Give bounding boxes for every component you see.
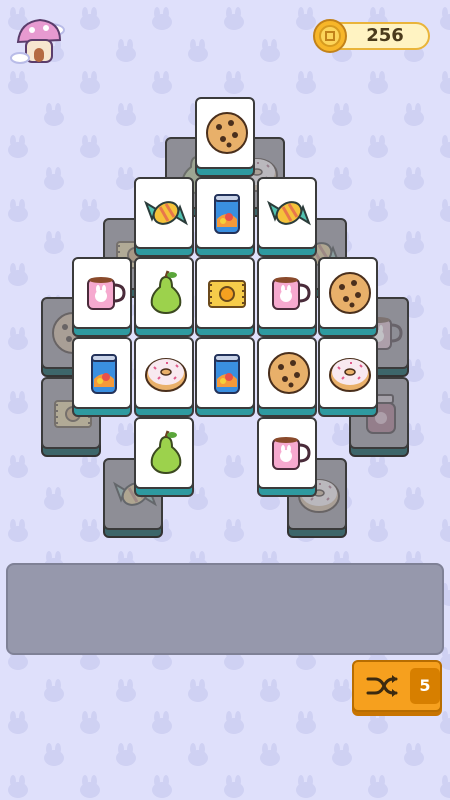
- candy-icon: [144, 200, 188, 226]
- tile-face: [318, 257, 378, 329]
- mug-icon: [272, 277, 311, 310]
- tile-face: [195, 97, 255, 169]
- pear-icon: [150, 430, 182, 475]
- pear-icon: [150, 270, 182, 315]
- tile-mug[interactable]: [257, 257, 317, 339]
- tile-pear[interactable]: [134, 417, 194, 499]
- candy-icon: [267, 200, 311, 226]
- tile-face: [195, 337, 255, 409]
- tile-face: [134, 337, 194, 409]
- tile-cracker[interactable]: [195, 257, 255, 339]
- soda-can-icon: [214, 354, 240, 394]
- donut-icon: [329, 358, 371, 392]
- tile-face: [195, 257, 255, 329]
- shuffle-icon: [366, 675, 398, 697]
- mug-icon: [272, 437, 311, 470]
- tile-face: [72, 257, 132, 329]
- donut-icon: [145, 358, 187, 392]
- tile-cookie[interactable]: [318, 257, 378, 339]
- tile-face: [134, 257, 194, 329]
- tile-tray: [6, 563, 444, 655]
- tile-soda-can[interactable]: [195, 337, 255, 419]
- tile-cookie[interactable]: [257, 337, 317, 419]
- tile-face: [257, 177, 317, 249]
- tile-face: [134, 417, 194, 489]
- tile-face: [195, 177, 255, 249]
- shuffle-button[interactable]: 5: [352, 660, 442, 712]
- tile-soda-can[interactable]: [195, 177, 255, 259]
- tile-face: [134, 177, 194, 249]
- cracker-icon: [208, 280, 246, 308]
- cookie-icon: [329, 272, 371, 314]
- tile-candy[interactable]: [134, 177, 194, 259]
- tile-face: [72, 337, 132, 409]
- soda-can-icon: [91, 354, 117, 394]
- tile-soda-can[interactable]: [72, 337, 132, 419]
- tile-face: [257, 257, 317, 329]
- tile-donut[interactable]: [318, 337, 378, 419]
- cookie-icon: [206, 112, 248, 154]
- tile-donut[interactable]: [134, 337, 194, 419]
- tile-candy[interactable]: [257, 177, 317, 259]
- mug-icon: [87, 277, 126, 310]
- tile-cookie[interactable]: [195, 97, 255, 179]
- tile-face: [257, 417, 317, 489]
- tile-mug[interactable]: [72, 257, 132, 339]
- tile-pear[interactable]: [134, 257, 194, 339]
- tile-face: [318, 337, 378, 409]
- soda-can-icon: [214, 194, 240, 234]
- shuffle-count: 5: [419, 676, 431, 695]
- cookie-icon: [268, 352, 310, 394]
- tile-board: [0, 0, 450, 560]
- tile-mug[interactable]: [257, 417, 317, 499]
- tile-face: [257, 337, 317, 409]
